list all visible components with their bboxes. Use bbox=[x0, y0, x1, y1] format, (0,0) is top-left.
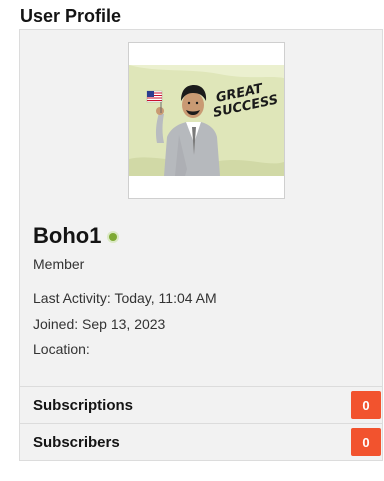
joined-label: Joined: bbox=[33, 316, 79, 332]
location-label: Location: bbox=[33, 341, 90, 357]
last-activity-value: Today, 11:04 AM bbox=[114, 290, 217, 306]
subscriptions-row[interactable]: Subscriptions 0 bbox=[20, 386, 382, 423]
subscribers-count-badge: 0 bbox=[351, 428, 381, 456]
username[interactable]: Boho1 bbox=[33, 223, 101, 249]
avatar[interactable]: GREAT SUCCESS bbox=[128, 42, 285, 199]
subscribers-label: Subscribers bbox=[33, 433, 120, 451]
subscribers-row[interactable]: Subscribers 0 bbox=[20, 423, 382, 460]
subscriptions-label: Subscriptions bbox=[33, 396, 134, 414]
user-role: Member bbox=[33, 256, 85, 272]
last-activity: Last Activity: Today, 11:04 AM bbox=[33, 289, 217, 307]
avatar-image: GREAT SUCCESS bbox=[129, 65, 284, 176]
subscriptions-count-badge: 0 bbox=[351, 391, 381, 419]
location: Location: bbox=[33, 340, 90, 358]
joined-value: Sep 13, 2023 bbox=[82, 316, 166, 332]
user-profile-widget: User Profile GREAT SUCCESS Boho1 Member … bbox=[0, 0, 384, 481]
username-row: Boho1 bbox=[33, 223, 118, 249]
last-activity-label: Last Activity: bbox=[33, 290, 111, 306]
widget-title: User Profile bbox=[20, 6, 122, 26]
profile-card: GREAT SUCCESS Boho1 Member Last Activity… bbox=[19, 29, 383, 461]
joined-date: Joined: Sep 13, 2023 bbox=[33, 315, 165, 333]
online-status-icon bbox=[109, 233, 118, 241]
